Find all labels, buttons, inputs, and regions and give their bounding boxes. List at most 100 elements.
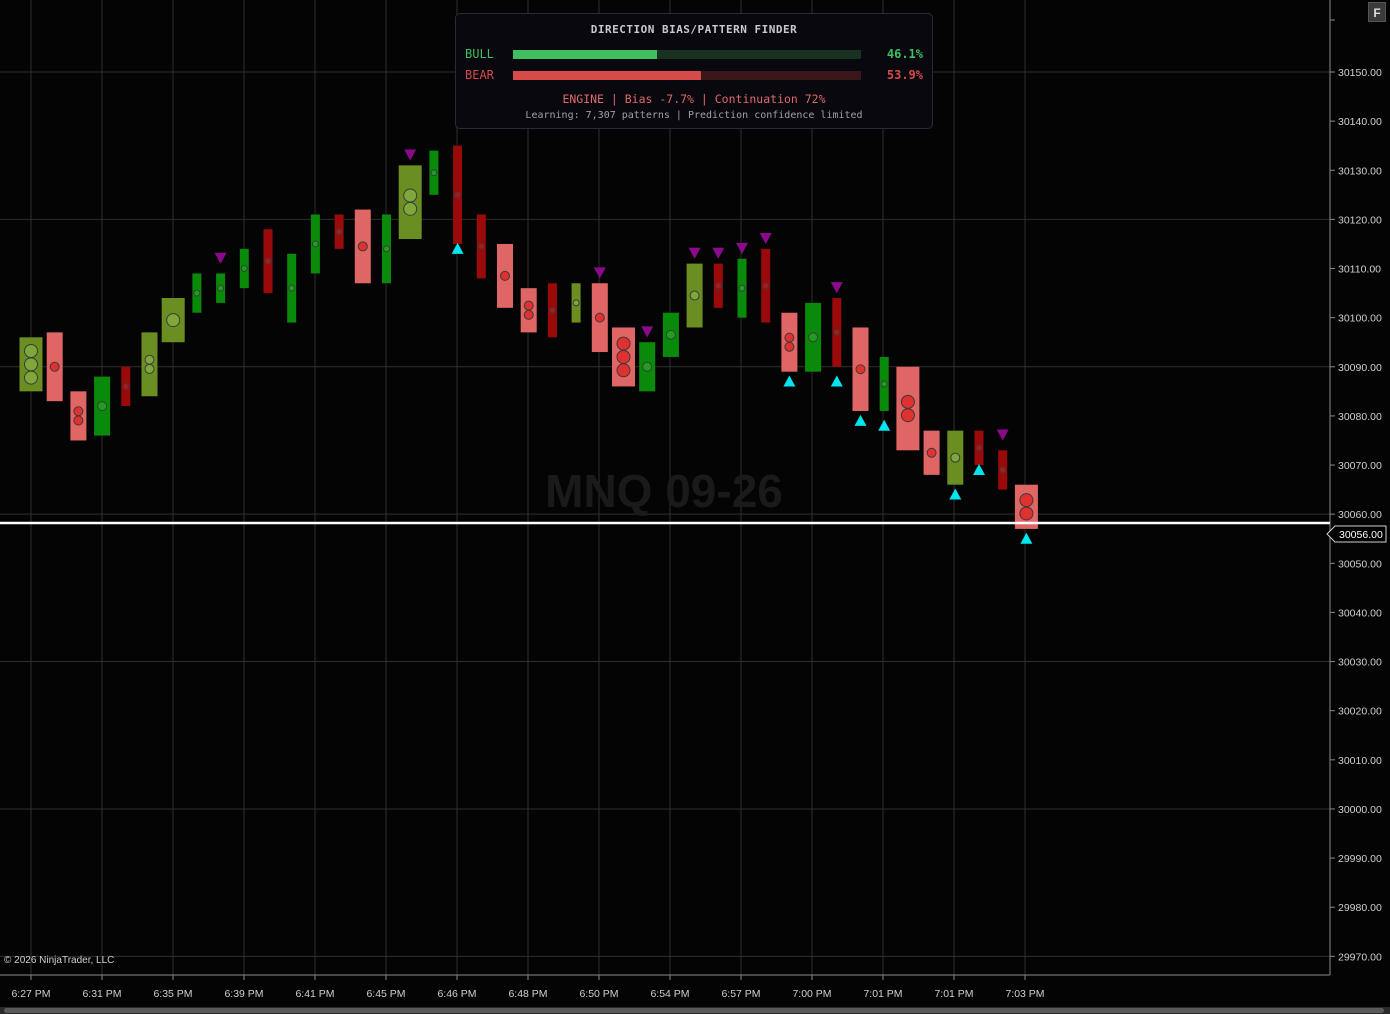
price-tick-label: 30010.00 bbox=[1338, 755, 1382, 767]
bar-dot bbox=[335, 228, 343, 236]
time-tick-label: 6:48 PM bbox=[508, 988, 547, 1000]
bar-dot bbox=[833, 328, 841, 336]
bear-bar-fill bbox=[513, 71, 701, 80]
price-tick-label: 30030.00 bbox=[1338, 657, 1382, 669]
time-tick-label: 7:01 PM bbox=[934, 988, 973, 1000]
direction-bias-panel: DIRECTION BIAS/PATTERN FINDER BULL 46.1%… bbox=[455, 13, 933, 129]
bar-dot bbox=[999, 466, 1007, 474]
time-tick-label: 6:46 PM bbox=[437, 988, 476, 1000]
bar-dot bbox=[523, 309, 534, 320]
bar-dot bbox=[548, 306, 556, 314]
bull-bar-track bbox=[513, 50, 861, 59]
bar-dot bbox=[665, 329, 676, 340]
price-tick-label: 30090.00 bbox=[1338, 362, 1382, 374]
bar-dot bbox=[855, 364, 866, 375]
bar-dot bbox=[144, 363, 155, 374]
price-tick-label: 30100.00 bbox=[1338, 313, 1382, 325]
time-tick-label: 7:03 PM bbox=[1005, 988, 1044, 1000]
panel-title: DIRECTION BIAS/PATTERN FINDER bbox=[590, 23, 798, 36]
bar-dot bbox=[900, 394, 915, 409]
bar-dot bbox=[311, 240, 319, 248]
bar-dot bbox=[900, 408, 915, 423]
bar-dot bbox=[403, 188, 418, 203]
bull-bar-fill bbox=[513, 50, 658, 59]
time-tick-label: 6:45 PM bbox=[366, 988, 405, 1000]
bar-dot bbox=[523, 300, 534, 311]
bar-dot bbox=[166, 313, 181, 328]
bar-dot bbox=[594, 312, 605, 323]
bar-dot bbox=[1019, 506, 1034, 521]
bar-dot bbox=[217, 284, 225, 292]
price-tick-label: 30150.00 bbox=[1338, 67, 1382, 79]
time-tick-label: 6:35 PM bbox=[153, 988, 192, 1000]
bar-dot bbox=[122, 382, 130, 390]
bar-dot bbox=[762, 282, 770, 290]
price-tick-label: 30050.00 bbox=[1338, 558, 1382, 570]
time-tick-label: 7:00 PM bbox=[792, 988, 831, 1000]
time-tick-label: 6:41 PM bbox=[295, 988, 334, 1000]
time-tick-label: 6:31 PM bbox=[82, 988, 121, 1000]
bar-dot bbox=[880, 380, 888, 388]
bar-dot bbox=[572, 299, 580, 307]
bar-dot bbox=[454, 191, 462, 199]
bar-dot bbox=[738, 284, 746, 292]
bar-dot bbox=[430, 169, 438, 177]
bar-dot bbox=[784, 341, 795, 352]
bar-dot bbox=[975, 444, 983, 452]
price-tick-label: 29970.00 bbox=[1338, 951, 1382, 963]
bar-dot bbox=[477, 242, 485, 250]
bear-bar-track bbox=[513, 71, 861, 80]
price-tick-label: 30000.00 bbox=[1338, 804, 1382, 816]
time-tick-label: 7:01 PM bbox=[863, 988, 902, 1000]
bar-dot bbox=[689, 290, 700, 301]
bar-dot bbox=[784, 332, 795, 343]
f-button[interactable]: F bbox=[1368, 2, 1386, 22]
bar-dot bbox=[642, 361, 653, 372]
bar-dot bbox=[950, 452, 961, 463]
scrollbar-thumb[interactable] bbox=[4, 1008, 1384, 1013]
bar-dot bbox=[926, 447, 937, 458]
bar-dot bbox=[288, 284, 296, 292]
price-tick-label: 30040.00 bbox=[1338, 607, 1382, 619]
bar-dot bbox=[49, 361, 60, 372]
bar-dot bbox=[403, 201, 418, 216]
bar-dot bbox=[97, 401, 108, 412]
bar-dot bbox=[616, 349, 631, 364]
last-price-label: 30056.00 bbox=[1339, 529, 1383, 541]
bar-dot bbox=[383, 245, 390, 253]
price-tick-label: 30130.00 bbox=[1338, 165, 1382, 177]
bull-percent: 46.1% bbox=[886, 47, 923, 61]
price-tick-label: 30120.00 bbox=[1338, 214, 1382, 226]
bar-dot bbox=[808, 332, 819, 343]
bull-row: BULL 46.1% bbox=[465, 47, 923, 61]
price-tick-label: 30080.00 bbox=[1338, 411, 1382, 423]
bar-dot bbox=[144, 354, 155, 365]
bull-label: BULL bbox=[465, 47, 494, 61]
copyright-text: © 2026 NinjaTrader, LLC bbox=[4, 955, 115, 966]
bar-dot bbox=[264, 257, 272, 265]
price-tick-label: 30070.00 bbox=[1338, 460, 1382, 472]
bar-dot bbox=[714, 282, 722, 290]
price-tick-label: 30020.00 bbox=[1338, 706, 1382, 718]
time-tick-label: 6:54 PM bbox=[650, 988, 689, 1000]
time-tick-label: 6:27 PM bbox=[11, 988, 50, 1000]
price-chart[interactable]: MNQ 09-26 30150.00 30140.00 30130.00 30120.… bbox=[0, 0, 1390, 1014]
price-tick-label: 30140.00 bbox=[1338, 116, 1382, 128]
bear-label: BEAR bbox=[465, 68, 494, 82]
bar-dot bbox=[24, 343, 38, 358]
bear-percent: 53.9% bbox=[886, 68, 923, 82]
price-tick-label: 29990.00 bbox=[1338, 853, 1382, 865]
learning-status: Learning: 7,307 patterns | Prediction co… bbox=[525, 110, 863, 121]
bar-dot bbox=[73, 415, 84, 426]
price-tick-label: 29980.00 bbox=[1338, 902, 1382, 914]
time-tick-label: 6:50 PM bbox=[579, 988, 618, 1000]
bar-dot bbox=[616, 336, 631, 351]
price-tick-label: 30110.00 bbox=[1338, 264, 1381, 276]
engine-status: ENGINE | Bias -7.7% | Continuation 72% bbox=[562, 92, 826, 106]
bar-dot bbox=[1019, 493, 1034, 508]
bar-dot bbox=[73, 406, 84, 417]
bar-dot bbox=[240, 265, 248, 273]
bar-dot bbox=[357, 241, 368, 252]
time-tick-label: 6:39 PM bbox=[224, 988, 263, 1000]
bar-dot bbox=[500, 270, 510, 281]
